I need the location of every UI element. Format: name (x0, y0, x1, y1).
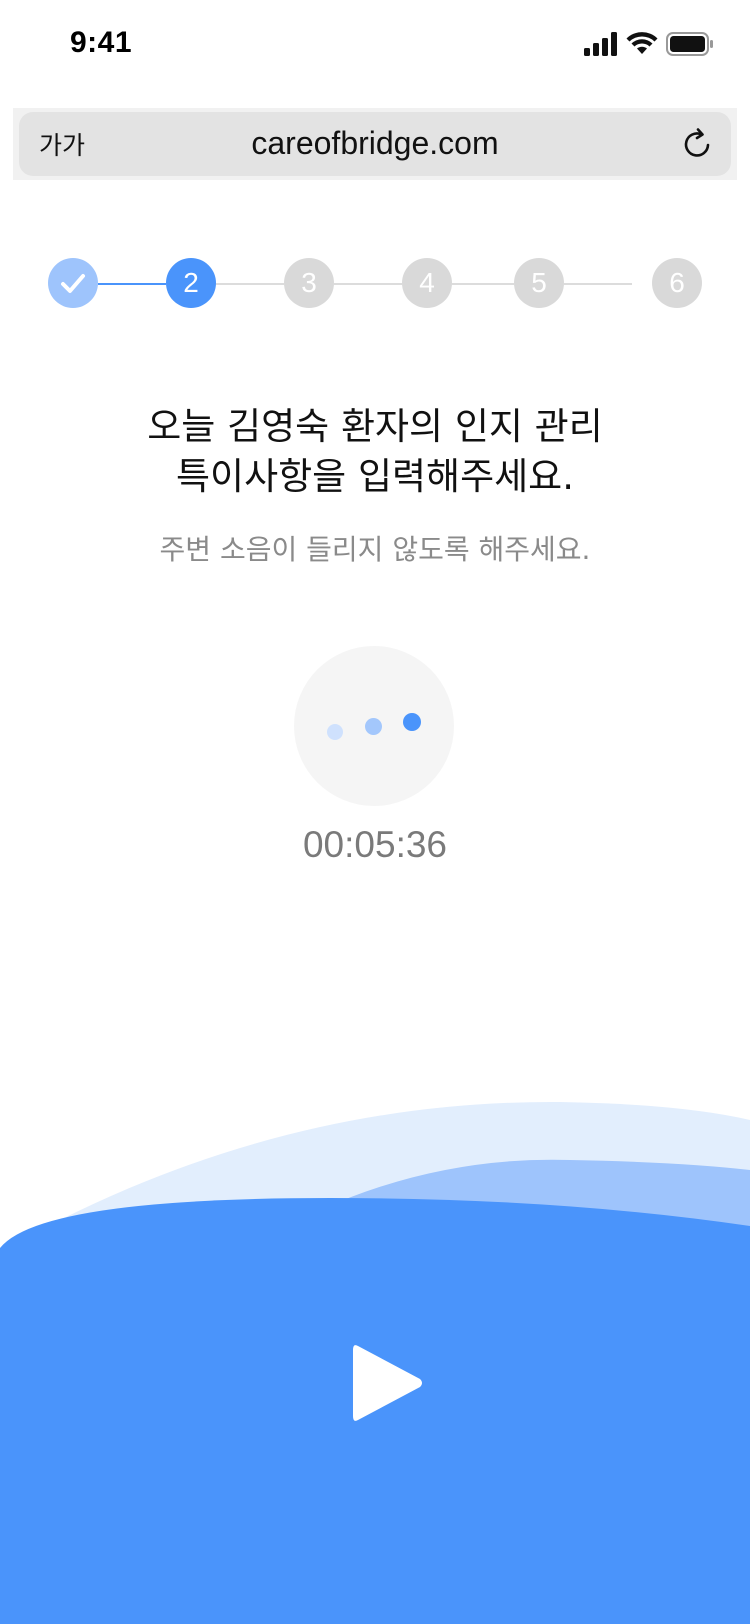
step-connector (452, 283, 514, 285)
status-bar: 9:41 (0, 0, 750, 92)
step-6: 6 (652, 258, 702, 308)
page-subtitle: 주변 소음이 들리지 않도록 해주세요. (159, 533, 591, 566)
step-5: 5 (514, 258, 564, 308)
recording-indicator (294, 646, 454, 806)
step-connector-done (98, 283, 166, 285)
status-time: 9:41 (70, 26, 133, 59)
wifi-icon (626, 32, 658, 54)
cellular-signal-icon (584, 32, 617, 56)
battery-icon (666, 32, 713, 56)
step-3: 3 (284, 258, 334, 308)
reload-icon[interactable] (679, 126, 715, 162)
step-connector (216, 283, 284, 285)
step-1-completed (48, 258, 98, 308)
page-title: 오늘 김영숙 환자의 인지 관리 특이사항을 입력해주세요. (0, 402, 750, 502)
step-connector (564, 283, 632, 285)
url-text[interactable]: careofbridge.com (19, 125, 731, 162)
step-connector (334, 283, 402, 285)
check-icon (61, 274, 85, 293)
progress-stepper: 2 3 4 5 6 (48, 258, 702, 310)
status-icons (584, 32, 714, 62)
step-2-current: 2 (166, 258, 216, 308)
recording-dot-1 (327, 724, 343, 740)
page-title-line1: 오늘 김영숙 환자의 인지 관리 (147, 405, 603, 448)
play-button[interactable] (350, 1340, 426, 1426)
browser-toolbar: 가가 careofbridge.com (13, 108, 737, 180)
play-icon (353, 1345, 422, 1421)
recording-dot-3 (403, 713, 421, 731)
page-title-line2: 특이사항을 입력해주세요. (176, 455, 574, 498)
recording-dot-2 (365, 718, 382, 735)
recording-timer: 00:05:36 (302, 824, 448, 865)
address-bar[interactable]: 가가 careofbridge.com (19, 112, 731, 176)
step-4: 4 (402, 258, 452, 308)
